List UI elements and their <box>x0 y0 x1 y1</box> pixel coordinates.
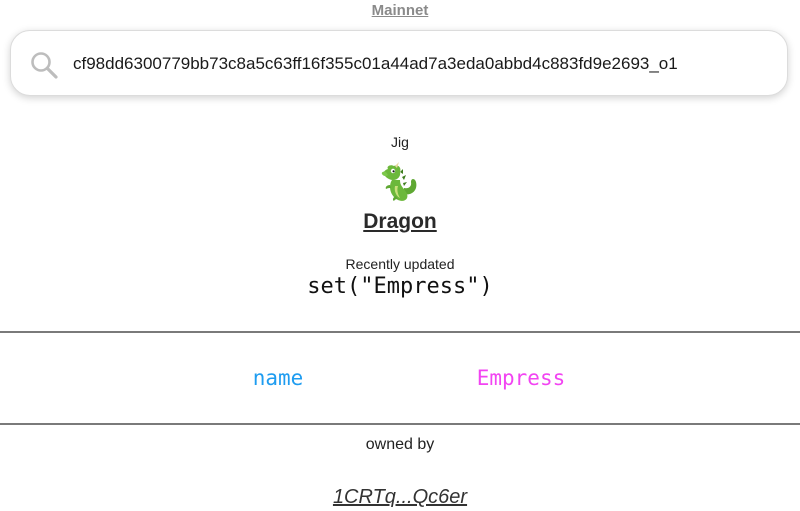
owned-by-label: owned by <box>365 436 435 453</box>
owner-address-link[interactable]: 1CRTq...Qc6er <box>0 486 800 509</box>
property-key: name <box>252 366 304 390</box>
search-box[interactable] <box>10 30 788 96</box>
jig-name-link[interactable]: Dragon <box>0 210 800 234</box>
jig-detail-page: Mainnet Jig <box>0 0 800 511</box>
property-value: Empress <box>476 366 566 390</box>
divider-bottom <box>0 423 800 425</box>
search-icon <box>29 50 59 80</box>
network-link[interactable]: Mainnet <box>0 2 800 19</box>
search-input[interactable] <box>73 45 779 83</box>
divider-top <box>0 331 800 333</box>
recently-updated-label: Recently updated <box>345 256 455 272</box>
jig-kind-label: Jig <box>391 134 409 150</box>
recent-update-call: set("Empress") <box>307 274 493 299</box>
dragon-icon <box>376 160 422 206</box>
